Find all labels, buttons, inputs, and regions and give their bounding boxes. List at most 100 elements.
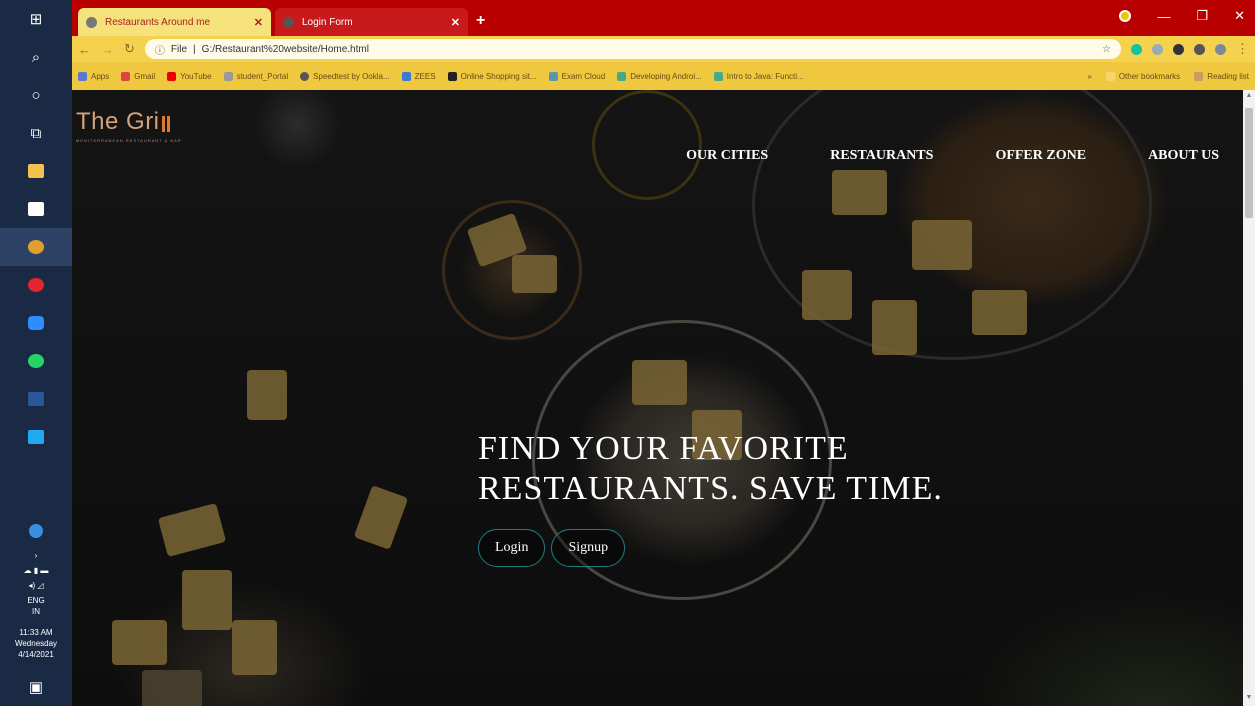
- browser-window: Restaurants Around me ✕ Login Form ✕ + —…: [72, 0, 1255, 90]
- close-tab-icon[interactable]: ✕: [451, 16, 460, 29]
- login-button[interactable]: Login: [478, 529, 546, 567]
- volume-network-icons[interactable]: ◂) ◿: [28, 580, 43, 591]
- bookmark-item[interactable]: Intro to Java: Functi...: [713, 71, 804, 81]
- whatsapp-icon[interactable]: [0, 342, 72, 380]
- forward-icon[interactable]: →: [101, 42, 114, 57]
- bookmark-label: ZEES: [414, 71, 436, 81]
- help-icon[interactable]: [0, 512, 72, 550]
- back-icon[interactable]: ←: [78, 42, 91, 57]
- page-scrollbar[interactable]: ▲ ▼: [1243, 90, 1255, 706]
- bookmark-item[interactable]: Exam Cloud: [548, 71, 605, 81]
- speedtest-icon: [300, 71, 310, 81]
- tab-login-form[interactable]: Login Form ✕: [275, 8, 468, 36]
- bookmark-item[interactable]: ZEES: [401, 71, 436, 81]
- language-line-2: IN: [32, 607, 40, 616]
- extension-dark-icon[interactable]: [1173, 43, 1184, 55]
- bookmark-label: Intro to Java: Functi...: [726, 71, 804, 81]
- search-icon[interactable]: ⌕: [0, 38, 72, 76]
- reload-icon[interactable]: ↻: [124, 41, 135, 57]
- extension-grammarly-icon[interactable]: [1131, 43, 1142, 55]
- logo-bars-icon: [161, 116, 170, 132]
- tab-title: Login Form: [302, 16, 353, 28]
- signup-button[interactable]: Signup: [551, 529, 626, 567]
- profile-icon[interactable]: [1119, 10, 1132, 22]
- minimize-button[interactable]: —: [1157, 9, 1170, 24]
- close-window-button[interactable]: ✕: [1234, 8, 1245, 24]
- bookmark-star-icon[interactable]: ☆: [1102, 44, 1111, 55]
- bookmark-item[interactable]: Speedtest by Ookla...: [300, 71, 390, 81]
- close-tab-icon[interactable]: ✕: [254, 16, 263, 29]
- scroll-up-icon[interactable]: ▲: [1243, 92, 1255, 102]
- scroll-down-icon[interactable]: ▼: [1243, 694, 1255, 704]
- nav-our-cities[interactable]: OUR CITIES: [686, 148, 768, 164]
- amazon-icon: [447, 71, 457, 81]
- hero-section: FIND YOUR FAVORITE RESTAURANTS. SAVE TIM…: [478, 429, 943, 567]
- pasta-piece: [872, 300, 917, 355]
- clock[interactable]: 11:33 AM Wednesday 4/14/2021: [15, 627, 57, 660]
- scheme-label: File: [170, 43, 188, 55]
- windows-taskbar: ⊞ ⌕ ○ ⧉ › ☁ ▮ ▬ ◂) ◿ ENG IN 11:33 AM Wed…: [0, 0, 72, 706]
- tray-status-icons[interactable]: ☁ ▮ ▬: [24, 565, 49, 576]
- hero-heading: FIND YOUR FAVORITE RESTAURANTS. SAVE TIM…: [478, 429, 943, 509]
- file-explorer-icon[interactable]: [0, 152, 72, 190]
- opera-icon[interactable]: [0, 266, 72, 304]
- reading-list[interactable]: Reading list: [1194, 71, 1249, 81]
- reading-list-icon: [1194, 71, 1204, 81]
- zoom-icon[interactable]: [0, 304, 72, 342]
- bookmark-item[interactable]: student_Portal: [223, 71, 289, 81]
- clock-date: 4/14/2021: [18, 650, 54, 659]
- hero-line-2: RESTAURANTS. SAVE TIME.: [478, 470, 943, 507]
- extension-cloud-icon[interactable]: [1152, 43, 1163, 55]
- info-icon[interactable]: ⓘ: [155, 42, 165, 57]
- bookmark-item[interactable]: Developing Androi...: [617, 71, 702, 81]
- word-icon[interactable]: [0, 380, 72, 418]
- tab-restaurants[interactable]: Restaurants Around me ✕: [78, 8, 271, 36]
- other-bookmarks[interactable]: Other bookmarks: [1105, 71, 1180, 81]
- globe-icon: [283, 16, 294, 28]
- cortana-icon[interactable]: ○: [0, 76, 72, 114]
- pasta-piece: [802, 270, 852, 320]
- chrome-icon[interactable]: [0, 228, 72, 266]
- udacity-icon: [713, 71, 723, 81]
- pasta-piece: [972, 290, 1027, 335]
- bookmark-item[interactable]: Apps: [78, 71, 109, 81]
- nav-offer-zone[interactable]: OFFER ZONE: [995, 148, 1086, 164]
- task-view-icon[interactable]: ⧉: [0, 114, 72, 152]
- site-logo[interactable]: The Gri MEDITERRANEAN RESTAURANT & BAR: [76, 108, 182, 143]
- logo-text: The Gri: [76, 108, 160, 135]
- more-bookmarks-icon[interactable]: »: [1087, 72, 1091, 81]
- youtube-icon: [167, 71, 177, 81]
- extensions-puzzle-icon[interactable]: [1194, 43, 1205, 55]
- nav-restaurants[interactable]: RESTAURANTS: [830, 148, 933, 164]
- globe-icon: [86, 16, 97, 28]
- system-tray: › ☁ ▮ ▬ ◂) ◿ ENG IN 11:33 AM Wednesday 4…: [0, 512, 72, 706]
- clock-time: 11:33 AM: [19, 628, 53, 637]
- reading-list-label: Reading list: [1207, 71, 1249, 81]
- nav-about-us[interactable]: ABOUT US: [1148, 148, 1219, 164]
- bookmark-item[interactable]: YouTube: [167, 71, 212, 81]
- notification-icon[interactable]: ▣: [0, 668, 72, 706]
- logo-tagline: MEDITERRANEAN RESTAURANT & BAR: [76, 138, 182, 143]
- bookmarks-bar: Apps Gmail YouTube student_Portal Speedt…: [72, 62, 1255, 90]
- tray-chevron-icon[interactable]: ›: [35, 550, 38, 561]
- address-bar[interactable]: ⓘ File | G:/Restaurant%20website/Home.ht…: [144, 39, 1121, 59]
- pasta-piece: [142, 670, 202, 706]
- bookmark-item[interactable]: Online Shopping sit...: [447, 71, 537, 81]
- bookmark-item[interactable]: Gmail: [121, 71, 155, 81]
- small-bowl-decoration: [592, 90, 702, 200]
- windows-start-icon[interactable]: ⊞: [0, 0, 72, 38]
- profile-avatar-icon[interactable]: [1215, 43, 1226, 55]
- new-tab-button[interactable]: +: [476, 12, 485, 30]
- store-icon[interactable]: [0, 190, 72, 228]
- language-indicator[interactable]: ENG IN: [27, 595, 44, 617]
- bookmark-label: Speedtest by Ookla...: [313, 71, 390, 81]
- scrollbar-thumb[interactable]: [1245, 108, 1253, 218]
- vscode-icon[interactable]: [0, 418, 72, 456]
- menu-kebab-icon[interactable]: ⋮: [1236, 41, 1249, 57]
- maximize-button[interactable]: ❐: [1196, 8, 1208, 24]
- portal-icon: [223, 71, 233, 81]
- pasta-piece: [632, 360, 687, 405]
- bookmark-label: student_Portal: [236, 71, 289, 81]
- bookmark-label: Online Shopping sit...: [460, 71, 537, 81]
- logo-wordmark: The Gri: [76, 108, 182, 136]
